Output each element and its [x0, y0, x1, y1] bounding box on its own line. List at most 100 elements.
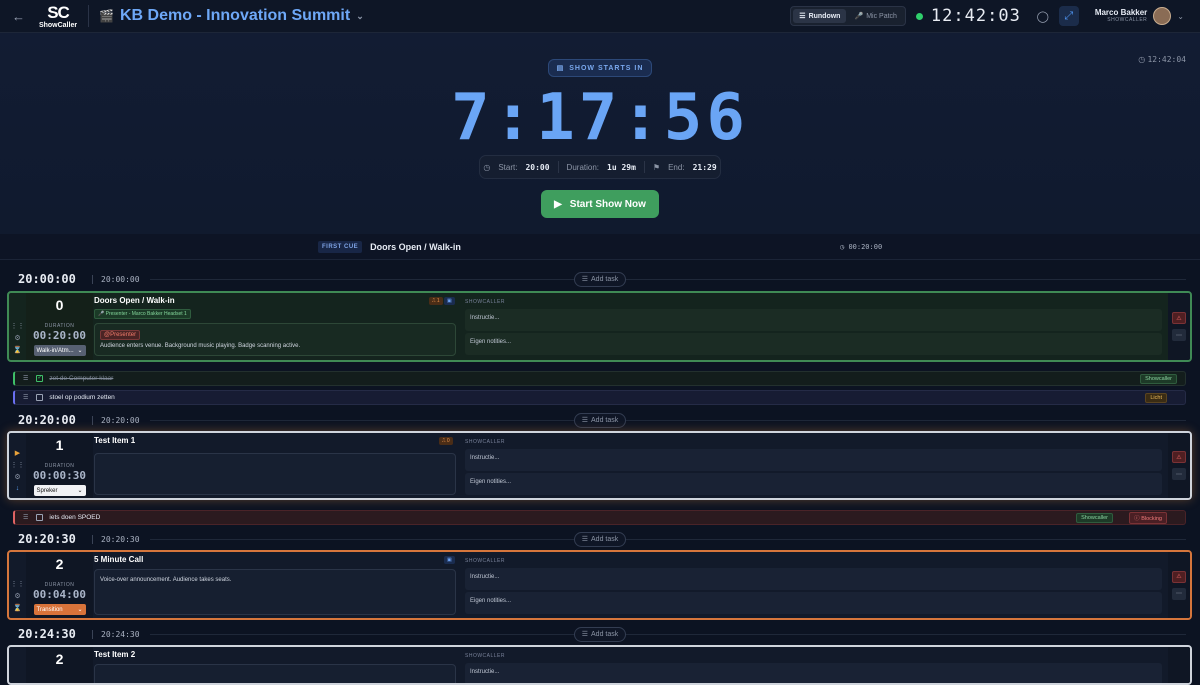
showcaller-label: SHOWCALLER [465, 558, 506, 564]
task-list-icon: ☰ [23, 376, 29, 382]
cue-clock-time: 20:24:30 [92, 629, 140, 639]
play-icon: ▶ [554, 198, 562, 210]
cue-card[interactable]: ▶ ⋮⋮ ⚙ ↓ 1 DURATION 00:00:30 Spreker ⌄ Te… [7, 431, 1192, 500]
add-task-button[interactable]: ☰ Add task [574, 626, 626, 642]
duration-value: 1u 29m [607, 162, 636, 172]
showcaller-panel: SHOWCALLER Instructie... Eigen notities.… [460, 433, 1166, 498]
cue-actions: ⚠ ⋯ [1168, 552, 1190, 618]
cue-description-box[interactable] [94, 569, 456, 615]
task-item[interactable]: ☰ ✓ zet de Computer klaar Showcaller [13, 371, 1186, 386]
cue-title[interactable]: Test Item 1 [94, 436, 135, 445]
side-clock-value: 12:42:04 [1147, 55, 1186, 64]
settings-icon[interactable]: ⚙ [14, 592, 20, 600]
drag-handle-icon[interactable]: ⋮⋮ [11, 580, 25, 588]
warning-icon[interactable]: ⚠ [1172, 570, 1186, 583]
more-icon[interactable]: ⋯ [1172, 468, 1186, 480]
avatar[interactable] [1153, 7, 1172, 25]
time-row: 20:20:00 20:20:00 ☰ Add task [0, 411, 1200, 429]
cue-number: 1 [55, 437, 64, 453]
add-task-label: Add task [591, 275, 619, 283]
cue-card[interactable]: 2 Test Item 2 SHOWCALLER Instructie... [7, 645, 1192, 685]
arrow-down-icon[interactable]: ↓ [16, 485, 20, 492]
notes-field[interactable]: Eigen notities... [465, 592, 1162, 614]
back-arrow-icon[interactable]: ← [12, 9, 30, 24]
instruction-field[interactable]: Instructie... [465, 663, 1162, 683]
task-text: stoel op podium zetten [49, 394, 115, 401]
task-checkbox[interactable] [36, 394, 44, 401]
fullscreen-icon[interactable]: ⤢ [1058, 6, 1079, 26]
cue-type-select[interactable]: Walk-in/Atm... ⌄ [33, 345, 86, 356]
start-show-label: Start Show Now [569, 198, 646, 210]
cue-type-select[interactable]: Transition ⌄ [33, 604, 86, 615]
tab-mic-patch[interactable]: 🎤 Mic Patch [848, 9, 902, 23]
cue-start-time: 20:00:00 [18, 272, 76, 286]
cue-number: 0 [55, 297, 64, 313]
task-item[interactable]: ☰ iets doen SPOED Showcaller ⓘ Blocking [13, 510, 1186, 525]
more-icon[interactable]: ⋯ [1172, 329, 1186, 341]
task-checkbox[interactable] [36, 514, 44, 521]
cue-controls: ⋮⋮ ⚙ ⌛ [9, 552, 26, 618]
first-cue-bar: FIRST CUE Doors Open / Walk-in ◷ 00:20:0… [0, 234, 1200, 260]
user-menu-chevron-icon[interactable]: ⌄ [1177, 12, 1184, 21]
divider [557, 161, 559, 173]
cue-description-box[interactable] [94, 453, 456, 495]
instruction-field[interactable]: Instructie... [465, 309, 1162, 331]
instruction-field[interactable]: Instructie... [465, 449, 1162, 471]
cue-card[interactable]: ⋮⋮ ⚙ ⌛ 2 DURATION 00:04:00 Transition ⌄ 5… [7, 550, 1192, 620]
user-info[interactable]: Marco Bakker SHOWCALLER [1095, 8, 1148, 23]
divider [150, 538, 1186, 540]
hourglass-icon[interactable]: ⌛ [13, 604, 22, 612]
cue-content: 5 Minute Call ▣ Voice-over announcement.… [94, 552, 456, 618]
list-icon: ☰ [799, 13, 806, 20]
cue-description: Audience enters venue. Background music … [100, 343, 301, 349]
cue-number-column: 0 DURATION 00:20:00 Walk-in/Atm... ⌄ [26, 293, 93, 360]
settings-icon[interactable]: ⚙ [14, 473, 20, 481]
cue-description-box[interactable] [94, 323, 456, 356]
settings-icon[interactable]: ⚙ [14, 334, 20, 342]
cue-title[interactable]: 5 Minute Call [94, 555, 143, 564]
cue-duration[interactable]: 00:00:30 [33, 469, 86, 482]
cue-title[interactable]: Test Item 2 [94, 650, 135, 659]
cue-title[interactable]: Doors Open / Walk-in [94, 296, 175, 305]
blocking-label: Blocking [1141, 515, 1162, 522]
task-checkbox[interactable]: ✓ [36, 375, 44, 382]
drag-handle-icon[interactable]: ⋮⋮ [11, 461, 25, 469]
time-row: 20:24:30 20:24:30 ☰ Add task [0, 625, 1200, 643]
cue-duration[interactable]: 00:20:00 [33, 329, 86, 342]
cue-content: Doors Open / Walk-in ⎍ 1 ▣ 🎤 Presenter -… [94, 293, 456, 360]
hourglass-icon[interactable]: ⌛ [13, 346, 22, 354]
warning-icon[interactable]: ⚠ [1172, 312, 1186, 324]
warning-icon[interactable]: ⚠ [1172, 451, 1186, 463]
cue-type-value: Spreker [36, 487, 58, 494]
showcaller-label: SHOWCALLER [465, 653, 506, 659]
user-role: SHOWCALLER [1107, 16, 1148, 23]
instruction-field[interactable]: Instructie... [465, 568, 1162, 590]
notes-field[interactable]: Eigen notities... [465, 333, 1162, 355]
mention-tag: @Presenter [100, 330, 141, 340]
cue-type-value: Transition [36, 606, 63, 613]
cue-type-select[interactable]: Spreker ⌄ [33, 485, 86, 496]
chat-icon[interactable]: ◯ [1033, 6, 1053, 26]
showcaller-panel: SHOWCALLER Instructie... Eigen notities.… [460, 552, 1166, 618]
start-show-button[interactable]: ▶ Start Show Now [541, 190, 659, 218]
show-stats: ◷ Start: 20:00 Duration: 1u 29m ⚑ End: 2… [479, 155, 721, 179]
drag-handle-icon[interactable]: ⋮⋮ [11, 322, 25, 330]
tab-rundown[interactable]: ☰ Rundown [793, 9, 847, 23]
task-text: zet de Computer klaar [49, 375, 114, 382]
add-task-button[interactable]: ☰ Add task [574, 531, 626, 547]
tab-mic-patch-label: Mic Patch [866, 12, 897, 20]
add-task-label: Add task [591, 416, 619, 424]
notes-field[interactable]: Eigen notities... [465, 473, 1162, 495]
cue-actions [1168, 647, 1190, 683]
add-task-button[interactable]: ☰ Add task [574, 412, 626, 428]
divider [150, 633, 1186, 635]
presenter-tag[interactable]: 🎤 Presenter - Marco Bakker Headset 1 [94, 309, 191, 319]
cue-card[interactable]: ⋮⋮ ⚙ ⌛ 0 DURATION 00:20:00 Walk-in/Atm..… [7, 291, 1192, 362]
add-task-button[interactable]: ☰ Add task [574, 271, 626, 287]
logo[interactable]: SC ShowCaller [38, 4, 78, 29]
show-selector[interactable]: 🎬 KB Demo - Innovation Summit ⌄ [99, 7, 364, 25]
showcaller-label: SHOWCALLER [465, 439, 506, 445]
more-icon[interactable]: ⋯ [1172, 587, 1186, 600]
task-item[interactable]: ☰ stoel op podium zetten Licht [13, 390, 1186, 405]
cue-duration[interactable]: 00:04:00 [33, 588, 86, 601]
